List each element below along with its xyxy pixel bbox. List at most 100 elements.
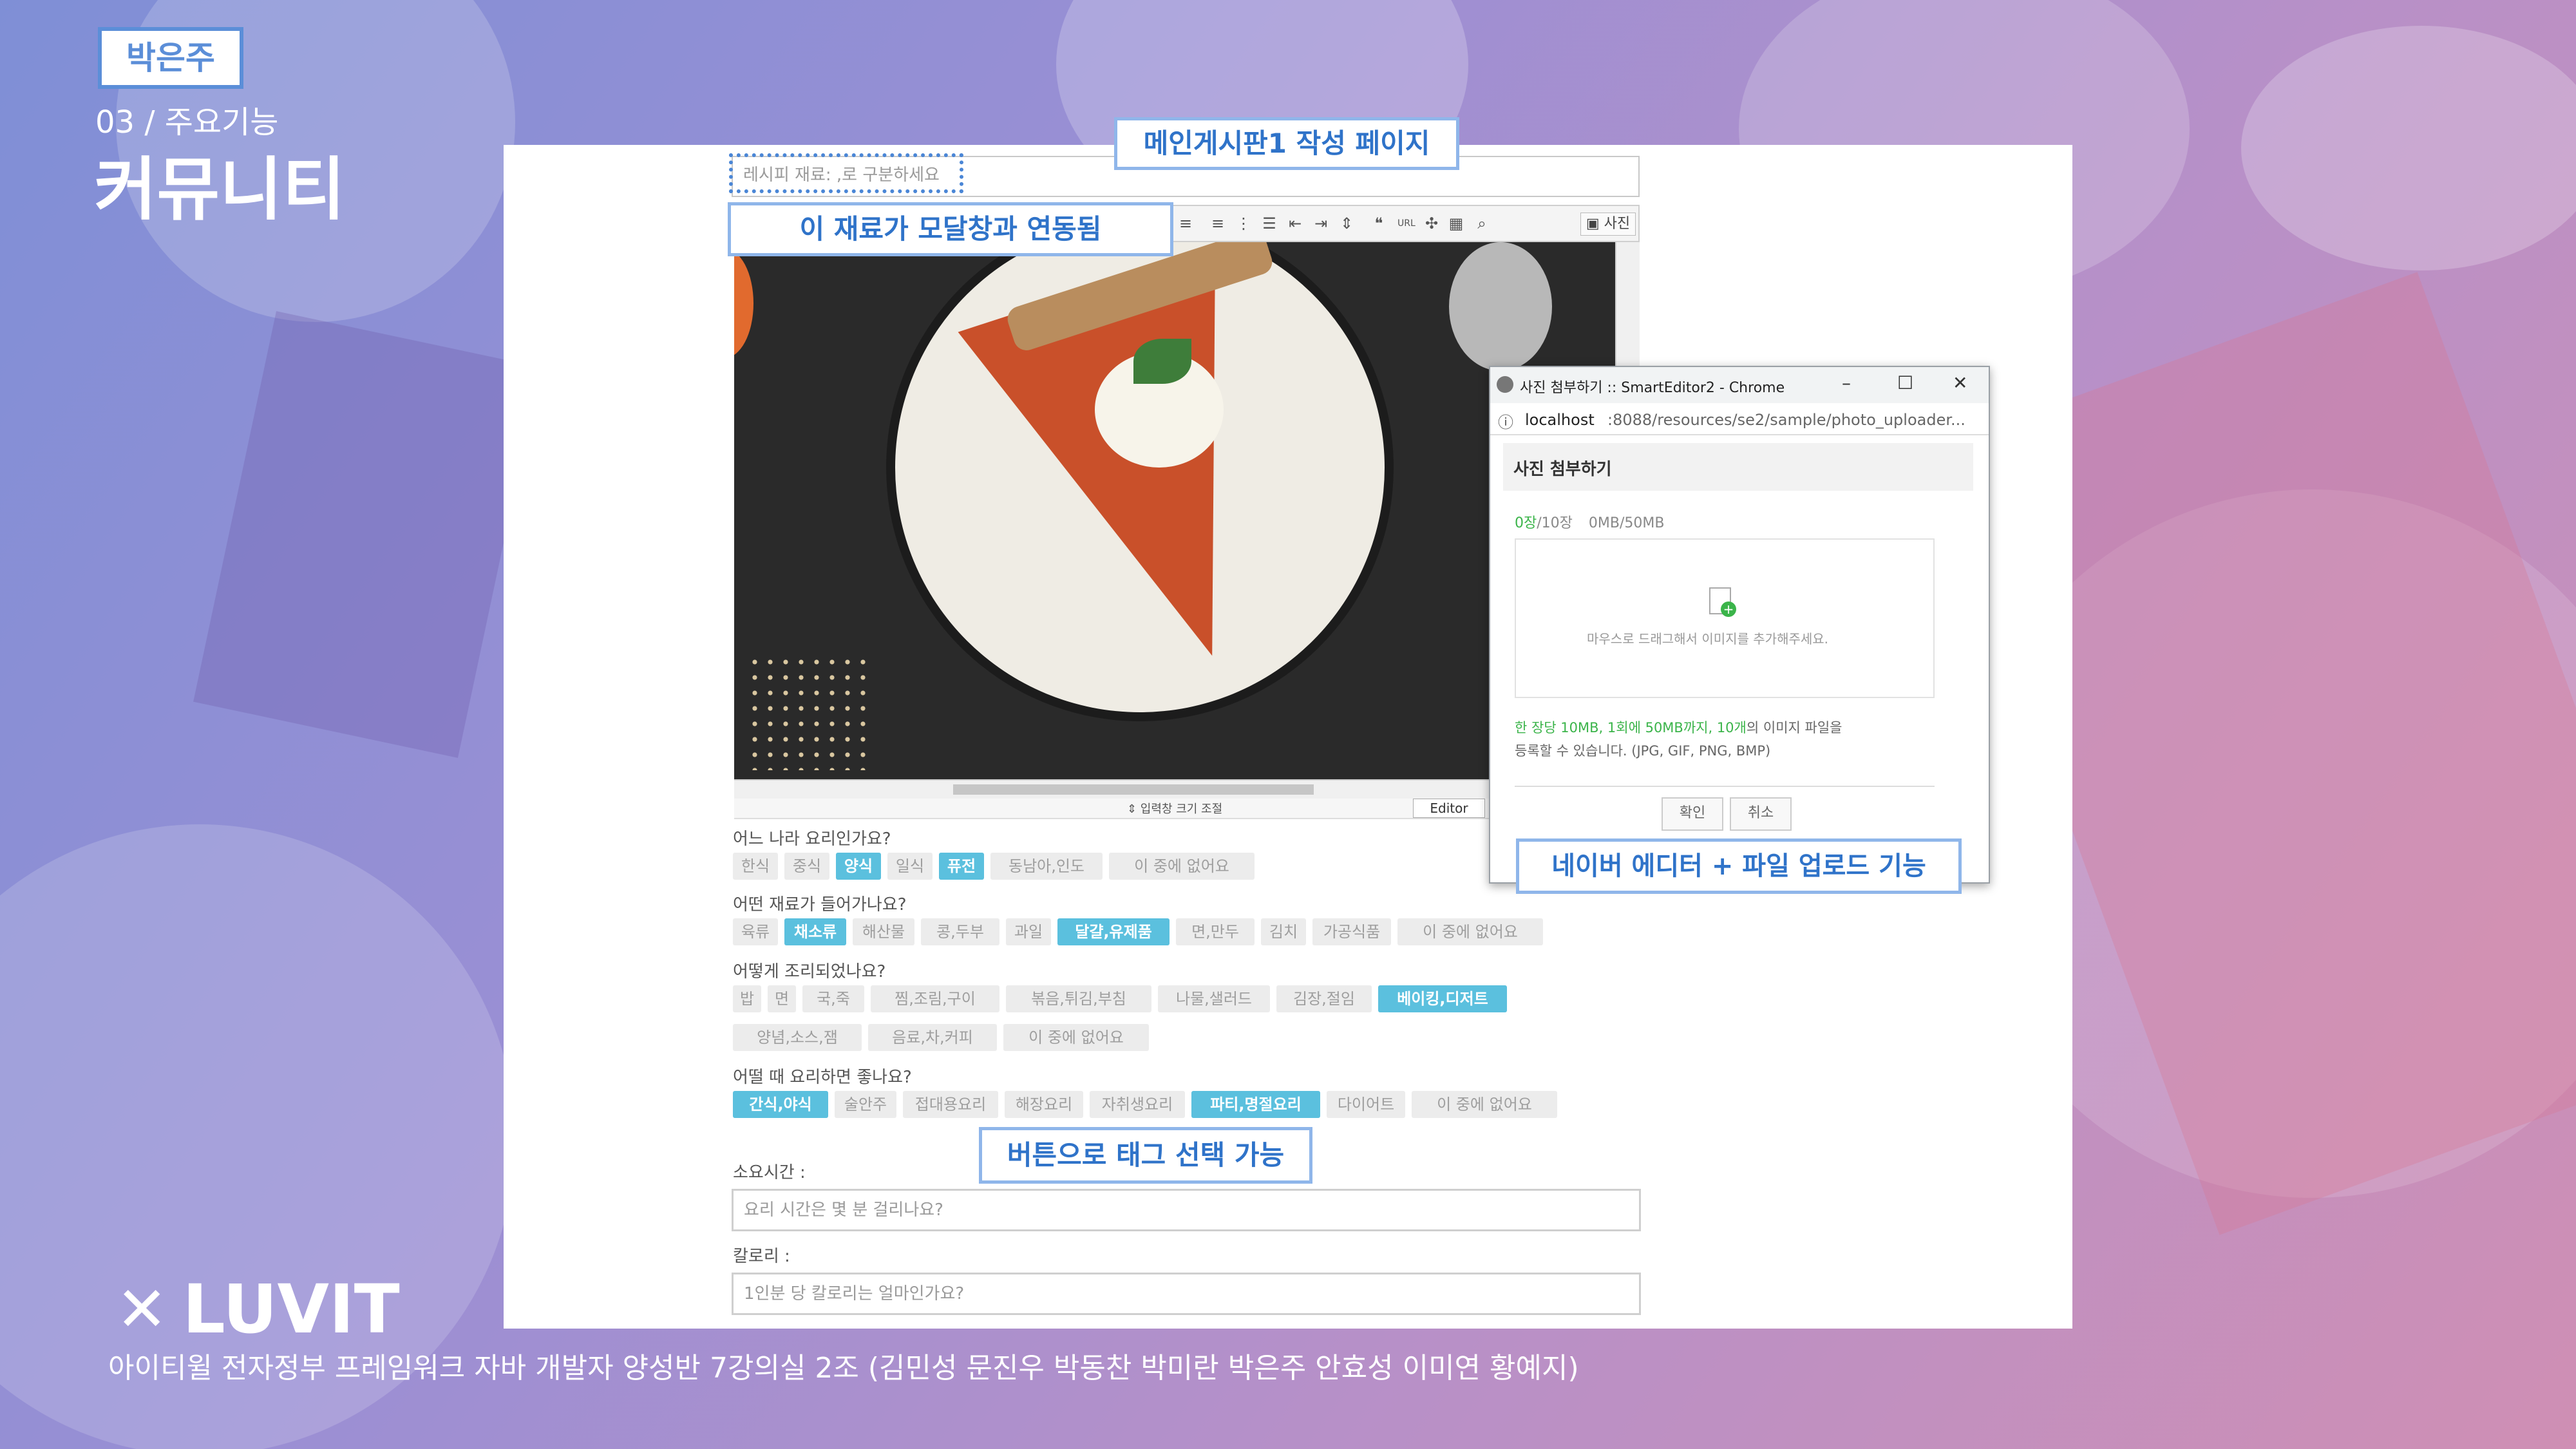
tag-button[interactable]: 밥	[733, 985, 761, 1012]
url-host: localhost	[1525, 411, 1595, 429]
maximize-icon[interactable]: ☐	[1897, 372, 1913, 393]
tag-button[interactable]: 가공식품	[1312, 918, 1391, 945]
quote-icon[interactable]: ❝	[1370, 214, 1387, 233]
tag-button[interactable]: 자취생요리	[1090, 1091, 1185, 1118]
question-label: 어떻게 조리되었나요?	[733, 962, 886, 981]
tag-button[interactable]: 베이킹,디저트	[1378, 985, 1507, 1012]
utensils-icon: ✕	[116, 1273, 168, 1345]
tag-button[interactable]: 술안주	[835, 1091, 896, 1118]
indent-icon[interactable]: ⇥	[1312, 214, 1329, 233]
tag-button[interactable]: 접대용요리	[903, 1091, 998, 1118]
bullet-list-icon[interactable]: ☰	[1261, 214, 1278, 233]
tag-button[interactable]: 채소류	[784, 918, 846, 945]
popup-header-title: 사진 첨부하기	[1513, 460, 1612, 479]
time-input[interactable]: 요리 시간은 몇 분 걸리나요?	[732, 1189, 1641, 1231]
tag-button[interactable]: 이 중에 없어요	[1109, 853, 1255, 880]
callout-naver-editor: 네이버 에디터 + 파일 업로드 기능	[1516, 838, 1962, 894]
tag-button[interactable]: 김장,절임	[1276, 985, 1372, 1012]
popup-divider	[1515, 786, 1935, 787]
table-icon[interactable]: ▦	[1448, 214, 1464, 233]
url-icon[interactable]: URL	[1397, 214, 1416, 233]
tag-button[interactable]: 볶음,튀김,부침	[1006, 985, 1151, 1012]
editor-mode-tab[interactable]: Editor	[1413, 799, 1485, 818]
upload-counter: 0장/10장 0MB/50MB	[1515, 511, 1664, 532]
special-char-icon[interactable]: ✣	[1423, 214, 1440, 233]
tag-button[interactable]: 이 중에 없어요	[1003, 1024, 1149, 1051]
find-icon[interactable]: ⌕	[1473, 214, 1490, 233]
close-icon[interactable]: ✕	[1953, 372, 1967, 393]
calorie-input[interactable]: 1인분 당 칼로리는 얼마인가요?	[732, 1273, 1641, 1315]
tag-button[interactable]: 일식	[887, 853, 933, 880]
limit-line2: 등록할 수 있습니다. (JPG, GIF, PNG, BMP)	[1515, 743, 1771, 759]
outdent-icon[interactable]: ⇤	[1287, 214, 1303, 233]
bg-placemat	[193, 311, 541, 758]
tag-button[interactable]: 간식,야식	[733, 1091, 828, 1118]
tag-button[interactable]: 다이어트	[1327, 1091, 1405, 1118]
editor-content-image	[734, 242, 1615, 779]
orange-fruit	[734, 249, 753, 358]
tag-button[interactable]: 면,만두	[1176, 918, 1255, 945]
tag-button[interactable]: 국,죽	[802, 985, 864, 1012]
tag-button[interactable]: 이 중에 없어요	[1412, 1091, 1557, 1118]
photo-upload-popup: 사진 첨부하기 :: SmartEditor2 - Chrome – ☐ ✕ ⓘ…	[1489, 366, 1990, 884]
ingredient-highlight	[729, 153, 963, 193]
luvit-logo: ✕ LUVIT	[116, 1270, 400, 1349]
count-total: /10장	[1537, 515, 1573, 531]
tag-button[interactable]: 콩,두부	[921, 918, 999, 945]
popup-window-title: 사진 첨부하기 :: SmartEditor2 - Chrome	[1520, 380, 1785, 396]
author-badge: 박은주	[98, 27, 243, 89]
tag-button[interactable]: 양식	[836, 853, 881, 880]
info-icon: ⓘ	[1498, 413, 1513, 431]
limit-rest: 의 이미지 파일을	[1746, 720, 1842, 735]
tag-button[interactable]: 나물,샐러드	[1158, 985, 1270, 1012]
tag-button[interactable]: 음료,차,커피	[868, 1024, 997, 1051]
tag-button[interactable]: 찜,조림,구이	[871, 985, 999, 1012]
tag-button[interactable]: 달걀,유제품	[1057, 918, 1170, 945]
bg-plate	[2241, 26, 2576, 270]
align-center-icon[interactable]: ≡	[1177, 214, 1194, 233]
tag-button[interactable]: 동남아,인도	[990, 853, 1103, 880]
footer-credits: 아이티윌 전자정부 프레임워크 자바 개발자 양성반 7강의실 2조 (김민성 …	[108, 1352, 1579, 1385]
time-label: 소요시간 :	[733, 1163, 806, 1182]
add-plus-icon: +	[1721, 601, 1736, 617]
minimize-icon[interactable]: –	[1842, 372, 1851, 393]
photo-icon: ▣	[1586, 216, 1600, 232]
drop-zone[interactable]: + 마우스로 드래그해서 이미지를 추가해주세요.	[1515, 538, 1935, 698]
size-used: 0MB	[1588, 515, 1620, 531]
question-label: 어떨 때 요리하면 좋나요?	[733, 1068, 912, 1087]
mint-leaf	[1133, 339, 1191, 384]
spoon	[1449, 242, 1552, 371]
limit-highlight: 한 장당 10MB, 1회에 50MB까지, 10개	[1515, 720, 1747, 735]
tag-button[interactable]: 중식	[784, 853, 829, 880]
tag-button[interactable]: 퓨전	[939, 853, 984, 880]
tag-button[interactable]: 해산물	[853, 918, 914, 945]
callout-main-board: 메인게시판1 작성 페이지	[1114, 117, 1459, 170]
drop-hint: 마우스로 드래그해서 이미지를 추가해주세요.	[1587, 631, 1829, 647]
tag-button[interactable]: 한식	[733, 853, 778, 880]
tag-button[interactable]: 이 중에 없어요	[1397, 918, 1543, 945]
align-right-icon[interactable]: ≡	[1209, 214, 1226, 233]
seeds	[747, 654, 876, 770]
popup-urlbar[interactable]: ⓘ localhost :8088/resources/se2/sample/p…	[1490, 403, 1989, 435]
scroll-thumb[interactable]	[953, 784, 1314, 795]
photo-button-label: 사진	[1604, 216, 1631, 232]
resize-label: ⇕ 입력창 크기 조절	[1127, 802, 1223, 816]
confirm-button[interactable]: 확인	[1662, 797, 1723, 831]
photo-button[interactable]: ▣ 사진	[1580, 213, 1636, 236]
page-title: 커뮤니티	[94, 150, 346, 229]
upload-limit-info: 한 장당 10MB, 1회에 50MB까지, 10개의 이미지 파일을 등록할 …	[1515, 716, 1842, 762]
line-height-icon[interactable]: ⇕	[1338, 214, 1355, 233]
tag-button[interactable]: 면	[768, 985, 796, 1012]
tag-button[interactable]: 양념,소스,잼	[733, 1024, 862, 1051]
count-used: 0장	[1515, 515, 1537, 531]
tag-button[interactable]: 육류	[733, 918, 778, 945]
tag-button[interactable]: 김치	[1261, 918, 1306, 945]
tag-button[interactable]: 파티,명절요리	[1191, 1091, 1320, 1118]
cancel-button[interactable]: 취소	[1730, 797, 1792, 831]
calorie-label: 칼로리 :	[733, 1247, 790, 1266]
popup-header: 사진 첨부하기	[1503, 443, 1973, 491]
tag-button[interactable]: 해장요리	[1005, 1091, 1083, 1118]
ordered-list-icon[interactable]: ⋮	[1235, 214, 1252, 233]
logo-text: LUVIT	[182, 1270, 400, 1349]
tag-button[interactable]: 과일	[1006, 918, 1051, 945]
